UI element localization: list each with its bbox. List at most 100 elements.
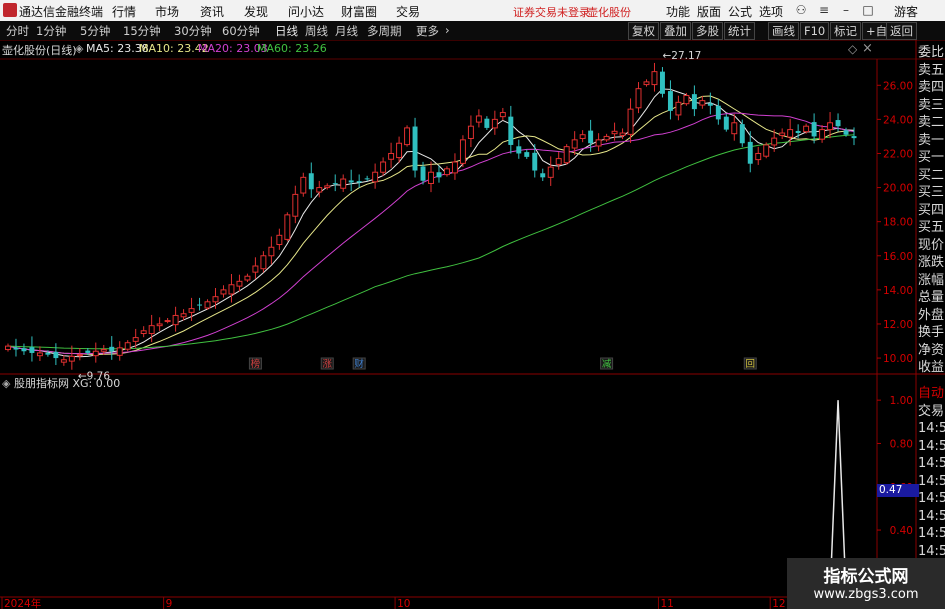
menu-gongshi[interactable]: 公式 [728, 3, 752, 20]
side-tab-17[interactable]: 净资 [918, 342, 945, 359]
sub-side-tab-6[interactable]: 14:56 [918, 490, 945, 507]
period-day[interactable]: 日线 [275, 23, 298, 39]
duogu-button[interactable]: 多股 [692, 22, 723, 40]
y-tick-label: 24.00 [883, 114, 913, 126]
menu-jiaoyi[interactable]: 交易 [396, 3, 420, 20]
candle-up [140, 330, 147, 335]
candle-up [404, 127, 411, 146]
menu-icon[interactable]: ≡ [816, 2, 832, 18]
side-tab-15[interactable]: 外盘 [918, 307, 945, 324]
menu-faxian[interactable]: 发现 [244, 3, 268, 20]
minimize-icon[interactable]: – [838, 2, 854, 18]
period-30min[interactable]: 30分钟 [174, 23, 212, 39]
back-button[interactable]: 返回 [886, 22, 917, 40]
period-15min[interactable]: 15分钟 [123, 23, 161, 39]
menu-banmian[interactable]: 版面 [697, 3, 721, 20]
sub-collapse-icon[interactable]: ◈ [2, 377, 10, 390]
menu-xuanxiang[interactable]: 选项 [759, 3, 783, 20]
candle-down [484, 118, 490, 128]
side-tab-10[interactable]: 买五 [918, 219, 945, 236]
more-chevron-icon[interactable]: › [445, 23, 450, 37]
side-tab-1[interactable]: 卖五 [918, 62, 945, 79]
period-more[interactable]: 更多 [416, 23, 439, 39]
side-tab-3[interactable]: 卖三 [918, 97, 945, 114]
title-bar: 通达信金融终端 行情 市场 资讯 发现 问小达 财富圈 交易 证券交易未登录 壶… [0, 0, 945, 21]
period-fenshi[interactable]: 分时 [6, 23, 29, 39]
stock-link[interactable]: 壶化股份 [587, 4, 631, 20]
y-tick-label: 18.00 [883, 217, 913, 229]
candle-down [524, 152, 530, 157]
side-tab-14[interactable]: 总量 [918, 289, 945, 306]
sub-side-tab-1[interactable]: 交易 [918, 403, 945, 420]
sub-side-tab-2[interactable]: 14:55 [918, 420, 945, 437]
side-tab-2[interactable]: 卖四 [918, 79, 945, 96]
huaxian-button[interactable]: 画线 [768, 22, 799, 40]
candle-up [148, 325, 155, 335]
candle-up [635, 88, 642, 109]
candle-up [252, 265, 259, 273]
biaoji-button[interactable]: 标记 [830, 22, 861, 40]
candle-up [579, 134, 586, 139]
period-week[interactable]: 周线 [305, 23, 328, 39]
maximize-icon[interactable]: □ [860, 2, 876, 18]
period-month[interactable]: 月线 [335, 23, 358, 39]
side-tab-16[interactable]: 换手 [918, 324, 945, 341]
sub-side-tab-8[interactable]: 14:56 [918, 525, 945, 542]
candle-up [619, 132, 626, 136]
sub-side-tab-3[interactable]: 14:55 [918, 438, 945, 455]
sub-side-tab-5[interactable]: 14:56 [918, 473, 945, 490]
event-marker-4: 回 [745, 359, 755, 370]
close-chart-icon[interactable]: × [862, 41, 873, 56]
side-tab-5[interactable]: 卖一 [918, 132, 945, 149]
menu-caifuquan[interactable]: 财富圈 [341, 3, 377, 20]
period-1min[interactable]: 1分钟 [36, 23, 66, 39]
side-tab-13[interactable]: 涨幅 [918, 272, 945, 289]
sub-side-tab-7[interactable]: 14:56 [918, 508, 945, 525]
sub-side-tab-4[interactable]: 14:55 [918, 455, 945, 472]
y-tick-label: 10.00 [883, 353, 913, 365]
candle-down [835, 120, 841, 127]
legend-collapse-icon[interactable]: ◈ [75, 42, 83, 55]
side-tab-0[interactable]: 委比 [918, 44, 945, 61]
candle-up [731, 122, 738, 135]
side-tab-8[interactable]: 买三 [918, 184, 945, 201]
period-60min[interactable]: 60分钟 [222, 23, 260, 39]
side-tab-9[interactable]: 买四 [918, 202, 945, 219]
candle-down [739, 124, 745, 144]
period-multi[interactable]: 多周期 [367, 23, 402, 39]
settings-icon[interactable]: ◇ [848, 42, 857, 56]
candle-up [212, 296, 219, 303]
f10-button[interactable]: F10 [800, 22, 830, 40]
candle-down [85, 350, 91, 353]
candle-up [316, 187, 323, 193]
menu-hangqing[interactable]: 行情 [112, 3, 136, 20]
side-tab-7[interactable]: 买二 [918, 167, 945, 184]
sub-side-tab-0[interactable]: 自动 [918, 385, 945, 402]
side-tab-4[interactable]: 卖二 [918, 114, 945, 131]
candle-up [491, 118, 498, 129]
guest-user[interactable]: 游客 [894, 3, 918, 20]
kline-chart[interactable]: ←27.17←9.76 10.0012.0014.0016.0018.0020.… [0, 40, 945, 609]
sub-side-tab-9[interactable]: 14:56 [918, 543, 945, 560]
candle-down [356, 181, 362, 183]
menu-gongneng[interactable]: 功能 [666, 3, 690, 20]
user-icon[interactable]: ⚇ [793, 2, 809, 18]
menu-zixun[interactable]: 资讯 [200, 3, 224, 20]
diejia-button[interactable]: 叠加 [660, 22, 691, 40]
sub-y-tick-label: 0.40 [890, 525, 913, 537]
period-5min[interactable]: 5分钟 [80, 23, 110, 39]
side-tab-11[interactable]: 现价 [918, 237, 945, 254]
candle-up [819, 129, 826, 140]
period-toolbar: 分时 1分钟 5分钟 15分钟 30分钟 60分钟 日线 周线 月线 多周期 更… [0, 21, 945, 41]
tongji-button[interactable]: 统计 [724, 22, 755, 40]
menu-shichang[interactable]: 市场 [155, 3, 179, 20]
y-tick-label: 14.00 [883, 285, 913, 297]
side-tab-6[interactable]: 买一 [918, 149, 945, 166]
trade-login-alert[interactable]: 证券交易未登录 [513, 4, 590, 20]
event-marker-2: 财 [354, 358, 364, 370]
side-tab-18[interactable]: 收益 [918, 359, 945, 376]
menu-wenxiaoda[interactable]: 问小达 [288, 3, 324, 20]
watermark-url: www.zbgs3.com [813, 587, 919, 602]
fuquan-button[interactable]: 复权 [628, 22, 659, 40]
side-tab-12[interactable]: 涨跌 [918, 254, 945, 271]
